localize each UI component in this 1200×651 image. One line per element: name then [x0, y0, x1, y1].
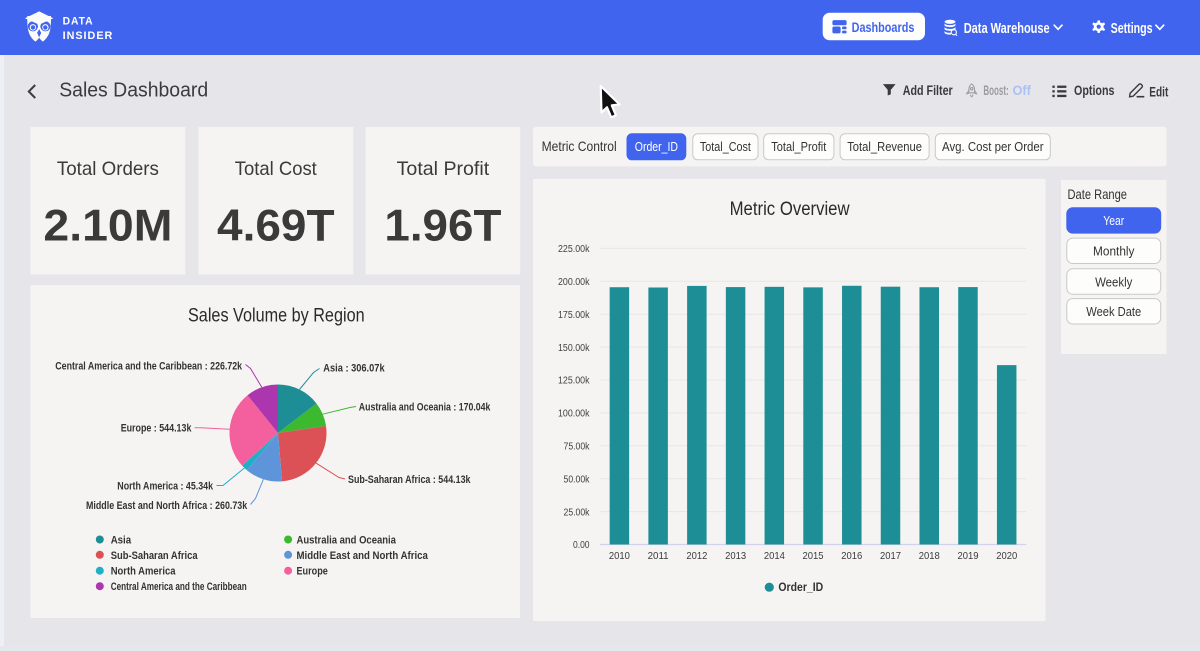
svg-text:175.00k: 175.00k	[558, 310, 590, 321]
svg-text:2011: 2011	[648, 550, 669, 562]
svg-text:125.00k: 125.00k	[558, 376, 590, 387]
svg-text:0.00: 0.00	[573, 540, 590, 551]
svg-text:Order_ID: Order_ID	[778, 580, 823, 594]
svg-text:North America: North America	[111, 566, 177, 578]
svg-text:2014: 2014	[764, 550, 785, 562]
svg-text:Europe : 544.13k: Europe : 544.13k	[121, 423, 192, 435]
svg-text:Avg. Cost per Order: Avg. Cost per Order	[942, 139, 1044, 154]
svg-text:Options: Options	[1074, 83, 1115, 98]
svg-text:Off: Off	[1013, 83, 1032, 98]
svg-text:Metric Control: Metric Control	[542, 139, 617, 154]
svg-text:25.00k: 25.00k	[564, 507, 591, 518]
svg-text:2.10M: 2.10M	[43, 202, 172, 251]
svg-text:200.00k: 200.00k	[558, 277, 590, 288]
svg-text:Sales Volume by Region: Sales Volume by Region	[188, 305, 365, 327]
svg-text:Europe: Europe	[297, 566, 328, 578]
svg-text:Sub-Saharan Africa: Sub-Saharan Africa	[111, 550, 199, 562]
svg-text:Total Orders: Total Orders	[57, 158, 159, 180]
svg-text:Central America and the Caribb: Central America and the Caribbean : 226.…	[55, 361, 243, 373]
svg-text:Boost:: Boost:	[983, 83, 1008, 98]
svg-text:Asia : 306.07k: Asia : 306.07k	[323, 363, 385, 375]
svg-text:2018: 2018	[919, 550, 940, 562]
svg-text:2013: 2013	[725, 550, 746, 562]
svg-text:Australia and Oceania: Australia and Oceania	[297, 535, 397, 547]
svg-text:Total_Cost: Total_Cost	[700, 139, 751, 154]
svg-text:75.00k: 75.00k	[564, 442, 591, 453]
svg-text:Week Date: Week Date	[1086, 304, 1141, 319]
svg-text:2019: 2019	[957, 550, 978, 562]
svg-text:1.96T: 1.96T	[384, 202, 501, 251]
svg-text:Weekly: Weekly	[1095, 274, 1133, 289]
svg-text:2015: 2015	[803, 550, 824, 562]
svg-text:Total_Revenue: Total_Revenue	[847, 139, 922, 154]
svg-text:INSIDER: INSIDER	[63, 30, 114, 42]
svg-text:Total_Profit: Total_Profit	[771, 139, 826, 154]
svg-text:Middle East and North Africa :: Middle East and North Africa : 260.73k	[86, 500, 248, 512]
svg-text:Edit: Edit	[1149, 84, 1168, 99]
svg-text:Order_ID: Order_ID	[635, 139, 678, 154]
svg-text:2010: 2010	[609, 550, 630, 562]
svg-text:Date Range: Date Range	[1068, 186, 1128, 202]
svg-text:Australia and Oceania : 170.04: Australia and Oceania : 170.04k	[359, 401, 491, 413]
svg-text:2016: 2016	[841, 550, 862, 562]
svg-text:Middle East and North Africa: Middle East and North Africa	[297, 550, 429, 562]
svg-text:Settings: Settings	[1111, 21, 1153, 37]
svg-text:Year: Year	[1103, 213, 1125, 228]
svg-text:Dashboards: Dashboards	[852, 20, 915, 35]
svg-text:Asia: Asia	[111, 535, 132, 547]
svg-text:Monthly: Monthly	[1093, 244, 1135, 259]
svg-text:Total Cost: Total Cost	[235, 158, 318, 180]
svg-text:150.00k: 150.00k	[558, 343, 590, 354]
svg-text:4.69T: 4.69T	[217, 202, 335, 251]
svg-text:2020: 2020	[996, 550, 1017, 562]
svg-text:Data Warehouse: Data Warehouse	[964, 21, 1050, 37]
svg-text:Central America and the Caribb: Central America and the Caribbean	[111, 581, 247, 593]
svg-text:North America : 45.34k: North America : 45.34k	[117, 481, 213, 493]
svg-text:DATA: DATA	[63, 16, 94, 28]
svg-text:Sub-Saharan Africa : 544.13k: Sub-Saharan Africa : 544.13k	[348, 474, 471, 486]
svg-text:Sales Dashboard: Sales Dashboard	[59, 80, 208, 102]
svg-text:100.00k: 100.00k	[558, 409, 590, 420]
svg-text:Add Filter: Add Filter	[903, 83, 953, 98]
svg-text:Total Profit: Total Profit	[397, 158, 490, 180]
svg-text:2017: 2017	[880, 550, 901, 562]
svg-text:2012: 2012	[686, 550, 707, 562]
svg-text:225.00k: 225.00k	[558, 244, 590, 255]
svg-text:Metric Overview: Metric Overview	[730, 198, 851, 220]
svg-text:50.00k: 50.00k	[564, 474, 591, 485]
